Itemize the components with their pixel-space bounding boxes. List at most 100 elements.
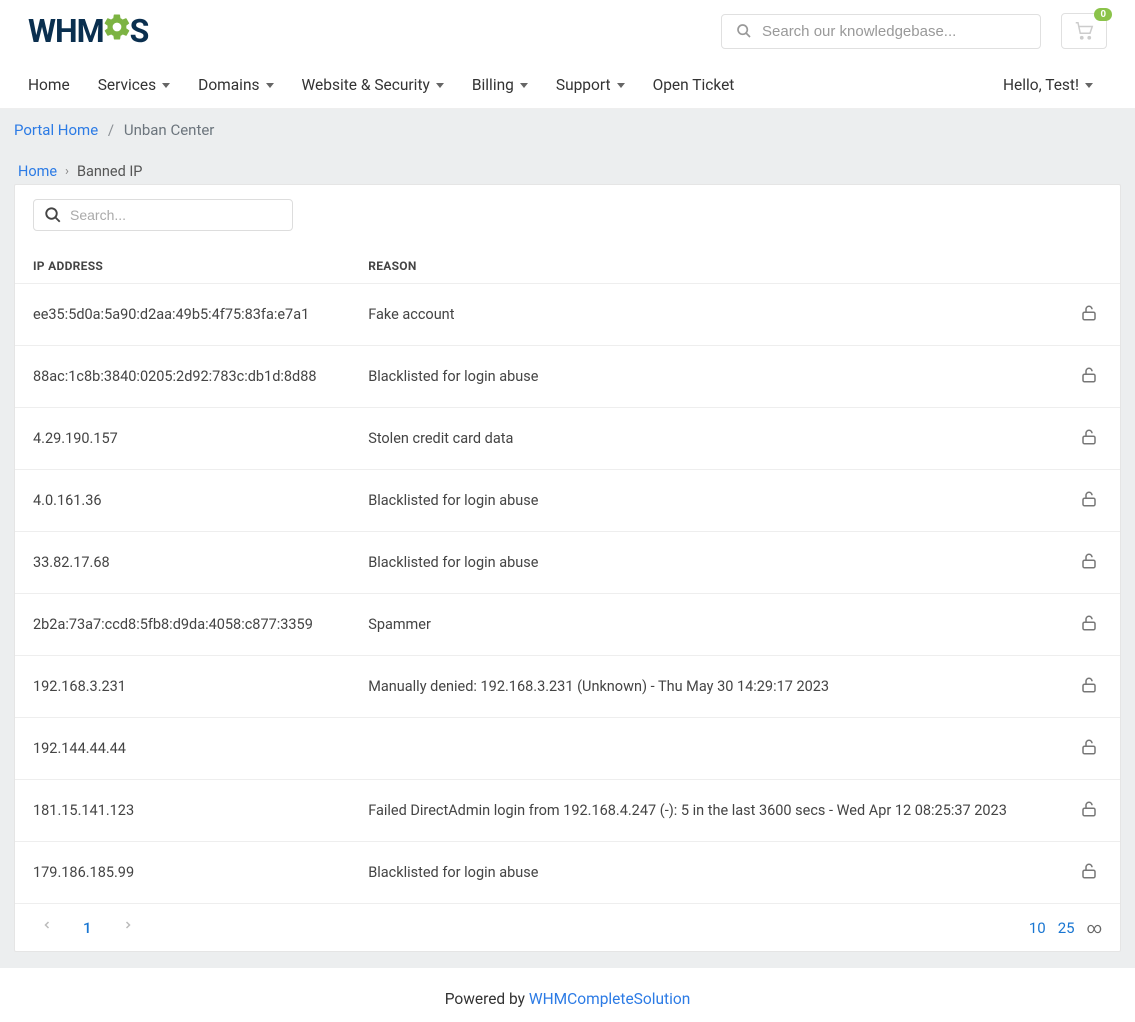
cell-reason: Blacklisted for login abuse	[350, 532, 1058, 594]
nav-user-greeting[interactable]: Hello, Test!	[989, 62, 1107, 108]
table-row: 4.0.161.36Blacklisted for login abuse	[15, 470, 1120, 532]
unban-button[interactable]	[1076, 857, 1102, 888]
unlock-icon	[1080, 613, 1098, 633]
footer-link[interactable]: WHMCompleteSolution	[529, 990, 690, 1008]
table-row: 2b2a:73a7:ccd8:5fb8:d9da:4058:c877:3359S…	[15, 594, 1120, 656]
banned-ip-table: IP Address Reason ee35:5d0a:5a90:d2aa:49…	[15, 249, 1120, 904]
knowledgebase-search[interactable]	[721, 14, 1041, 49]
per-page-25[interactable]: 25	[1058, 919, 1075, 937]
unlock-icon	[1080, 427, 1098, 447]
cell-reason: Blacklisted for login abuse	[350, 842, 1058, 904]
table-search[interactable]	[33, 199, 293, 231]
unban-button[interactable]	[1076, 299, 1102, 330]
cart-icon	[1074, 22, 1094, 40]
col-header-action	[1058, 249, 1120, 284]
pager-next-button[interactable]	[114, 914, 142, 941]
banned-ip-card: IP Address Reason ee35:5d0a:5a90:d2aa:49…	[14, 184, 1121, 952]
nav-open-ticket[interactable]: Open Ticket	[639, 62, 749, 108]
per-page-infinite[interactable]: ∞	[1087, 919, 1102, 937]
table-row: 181.15.141.123Failed DirectAdmin login f…	[15, 780, 1120, 842]
inner-breadcrumb-current: Banned IP	[77, 163, 143, 180]
cell-reason: Spammer	[350, 594, 1058, 656]
nav-domains[interactable]: Domains	[184, 62, 287, 108]
cell-ip: 88ac:1c8b:3840:0205:2d92:783c:db1d:8d88	[15, 346, 350, 408]
unban-button[interactable]	[1076, 547, 1102, 578]
table-row: 192.168.3.231Manually denied: 192.168.3.…	[15, 656, 1120, 718]
cell-reason: Blacklisted for login abuse	[350, 346, 1058, 408]
unban-button[interactable]	[1076, 609, 1102, 640]
cell-ip: 192.168.3.231	[15, 656, 350, 718]
pager-prev-button[interactable]	[33, 914, 61, 941]
chevron-right-icon	[122, 918, 134, 932]
table-row: 192.144.44.44	[15, 718, 1120, 780]
table-row: 33.82.17.68Blacklisted for login abuse	[15, 532, 1120, 594]
cell-ip: 2b2a:73a7:ccd8:5fb8:d9da:4058:c877:3359	[15, 594, 350, 656]
chevron-down-icon	[162, 83, 170, 88]
nav-support[interactable]: Support	[542, 62, 639, 108]
per-page-selector: 10 25 ∞	[1029, 919, 1102, 937]
unlock-icon	[1080, 489, 1098, 509]
content: Home › Banned IP IP Address Reason ee35:…	[0, 151, 1135, 968]
nav-home[interactable]: Home	[28, 62, 84, 108]
per-page-10[interactable]: 10	[1029, 919, 1046, 937]
chevron-right-icon: ›	[65, 164, 69, 179]
unban-button[interactable]	[1076, 733, 1102, 764]
cell-reason: Failed DirectAdmin login from 192.168.4.…	[350, 780, 1058, 842]
breadcrumb-separator: /	[108, 121, 114, 139]
cart-button[interactable]: 0	[1061, 13, 1107, 49]
chevron-down-icon	[266, 83, 274, 88]
chevron-down-icon	[1085, 83, 1093, 88]
unban-button[interactable]	[1076, 361, 1102, 392]
col-header-ip[interactable]: IP Address	[15, 249, 350, 284]
cell-reason: Fake account	[350, 284, 1058, 346]
table-footer: 1 10 25 ∞	[15, 904, 1120, 951]
chevron-left-icon	[41, 918, 53, 932]
inner-breadcrumb-home[interactable]: Home	[18, 163, 57, 180]
cell-ip: 192.144.44.44	[15, 718, 350, 780]
table-row: 88ac:1c8b:3840:0205:2d92:783c:db1d:8d88B…	[15, 346, 1120, 408]
breadcrumb-portal-home[interactable]: Portal Home	[14, 121, 98, 139]
nav-billing-label: Billing	[472, 76, 514, 94]
nav-billing[interactable]: Billing	[458, 62, 542, 108]
unban-button[interactable]	[1076, 671, 1102, 702]
nav-services-label: Services	[98, 76, 156, 94]
chevron-down-icon	[520, 83, 528, 88]
nav-services[interactable]: Services	[84, 62, 184, 108]
col-header-reason[interactable]: Reason	[350, 249, 1058, 284]
gear-icon	[102, 12, 132, 42]
table-search-input[interactable]	[70, 207, 282, 223]
breadcrumb: Portal Home / Unban Center	[0, 109, 1135, 151]
unban-button[interactable]	[1076, 795, 1102, 826]
main-nav: Home Services Domains Website & Security…	[0, 62, 1135, 109]
search-icon	[44, 206, 62, 224]
nav-website-security[interactable]: Website & Security	[288, 62, 458, 108]
unban-button[interactable]	[1076, 423, 1102, 454]
cell-ip: 181.15.141.123	[15, 780, 350, 842]
unlock-icon	[1080, 799, 1098, 819]
cart-count-badge: 0	[1094, 8, 1112, 21]
table-row: ee35:5d0a:5a90:d2aa:49b5:4f75:83fa:e7a1F…	[15, 284, 1120, 346]
logo[interactable]: WHM S	[28, 12, 148, 50]
search-icon	[736, 23, 752, 39]
table-row: 179.186.185.99Blacklisted for login abus…	[15, 842, 1120, 904]
cell-ip: 33.82.17.68	[15, 532, 350, 594]
nav-greeting-label: Hello, Test!	[1003, 76, 1079, 94]
pager: 1	[33, 914, 142, 941]
unlock-icon	[1080, 303, 1098, 323]
cell-reason	[350, 718, 1058, 780]
nav-domains-label: Domains	[198, 76, 259, 94]
nav-home-label: Home	[28, 76, 70, 94]
nav-support-label: Support	[556, 76, 611, 94]
page-footer: Powered by WHMCompleteSolution	[0, 968, 1135, 1022]
knowledgebase-search-input[interactable]	[762, 23, 1026, 40]
unlock-icon	[1080, 365, 1098, 385]
table-row: 4.29.190.157Stolen credit card data	[15, 408, 1120, 470]
cell-reason: Blacklisted for login abuse	[350, 470, 1058, 532]
nav-website-security-label: Website & Security	[302, 76, 430, 94]
unlock-icon	[1080, 737, 1098, 757]
unlock-icon	[1080, 861, 1098, 881]
pager-current-page[interactable]: 1	[83, 919, 92, 937]
nav-open-ticket-label: Open Ticket	[653, 76, 735, 94]
unban-button[interactable]	[1076, 485, 1102, 516]
footer-prefix: Powered by	[445, 990, 529, 1008]
